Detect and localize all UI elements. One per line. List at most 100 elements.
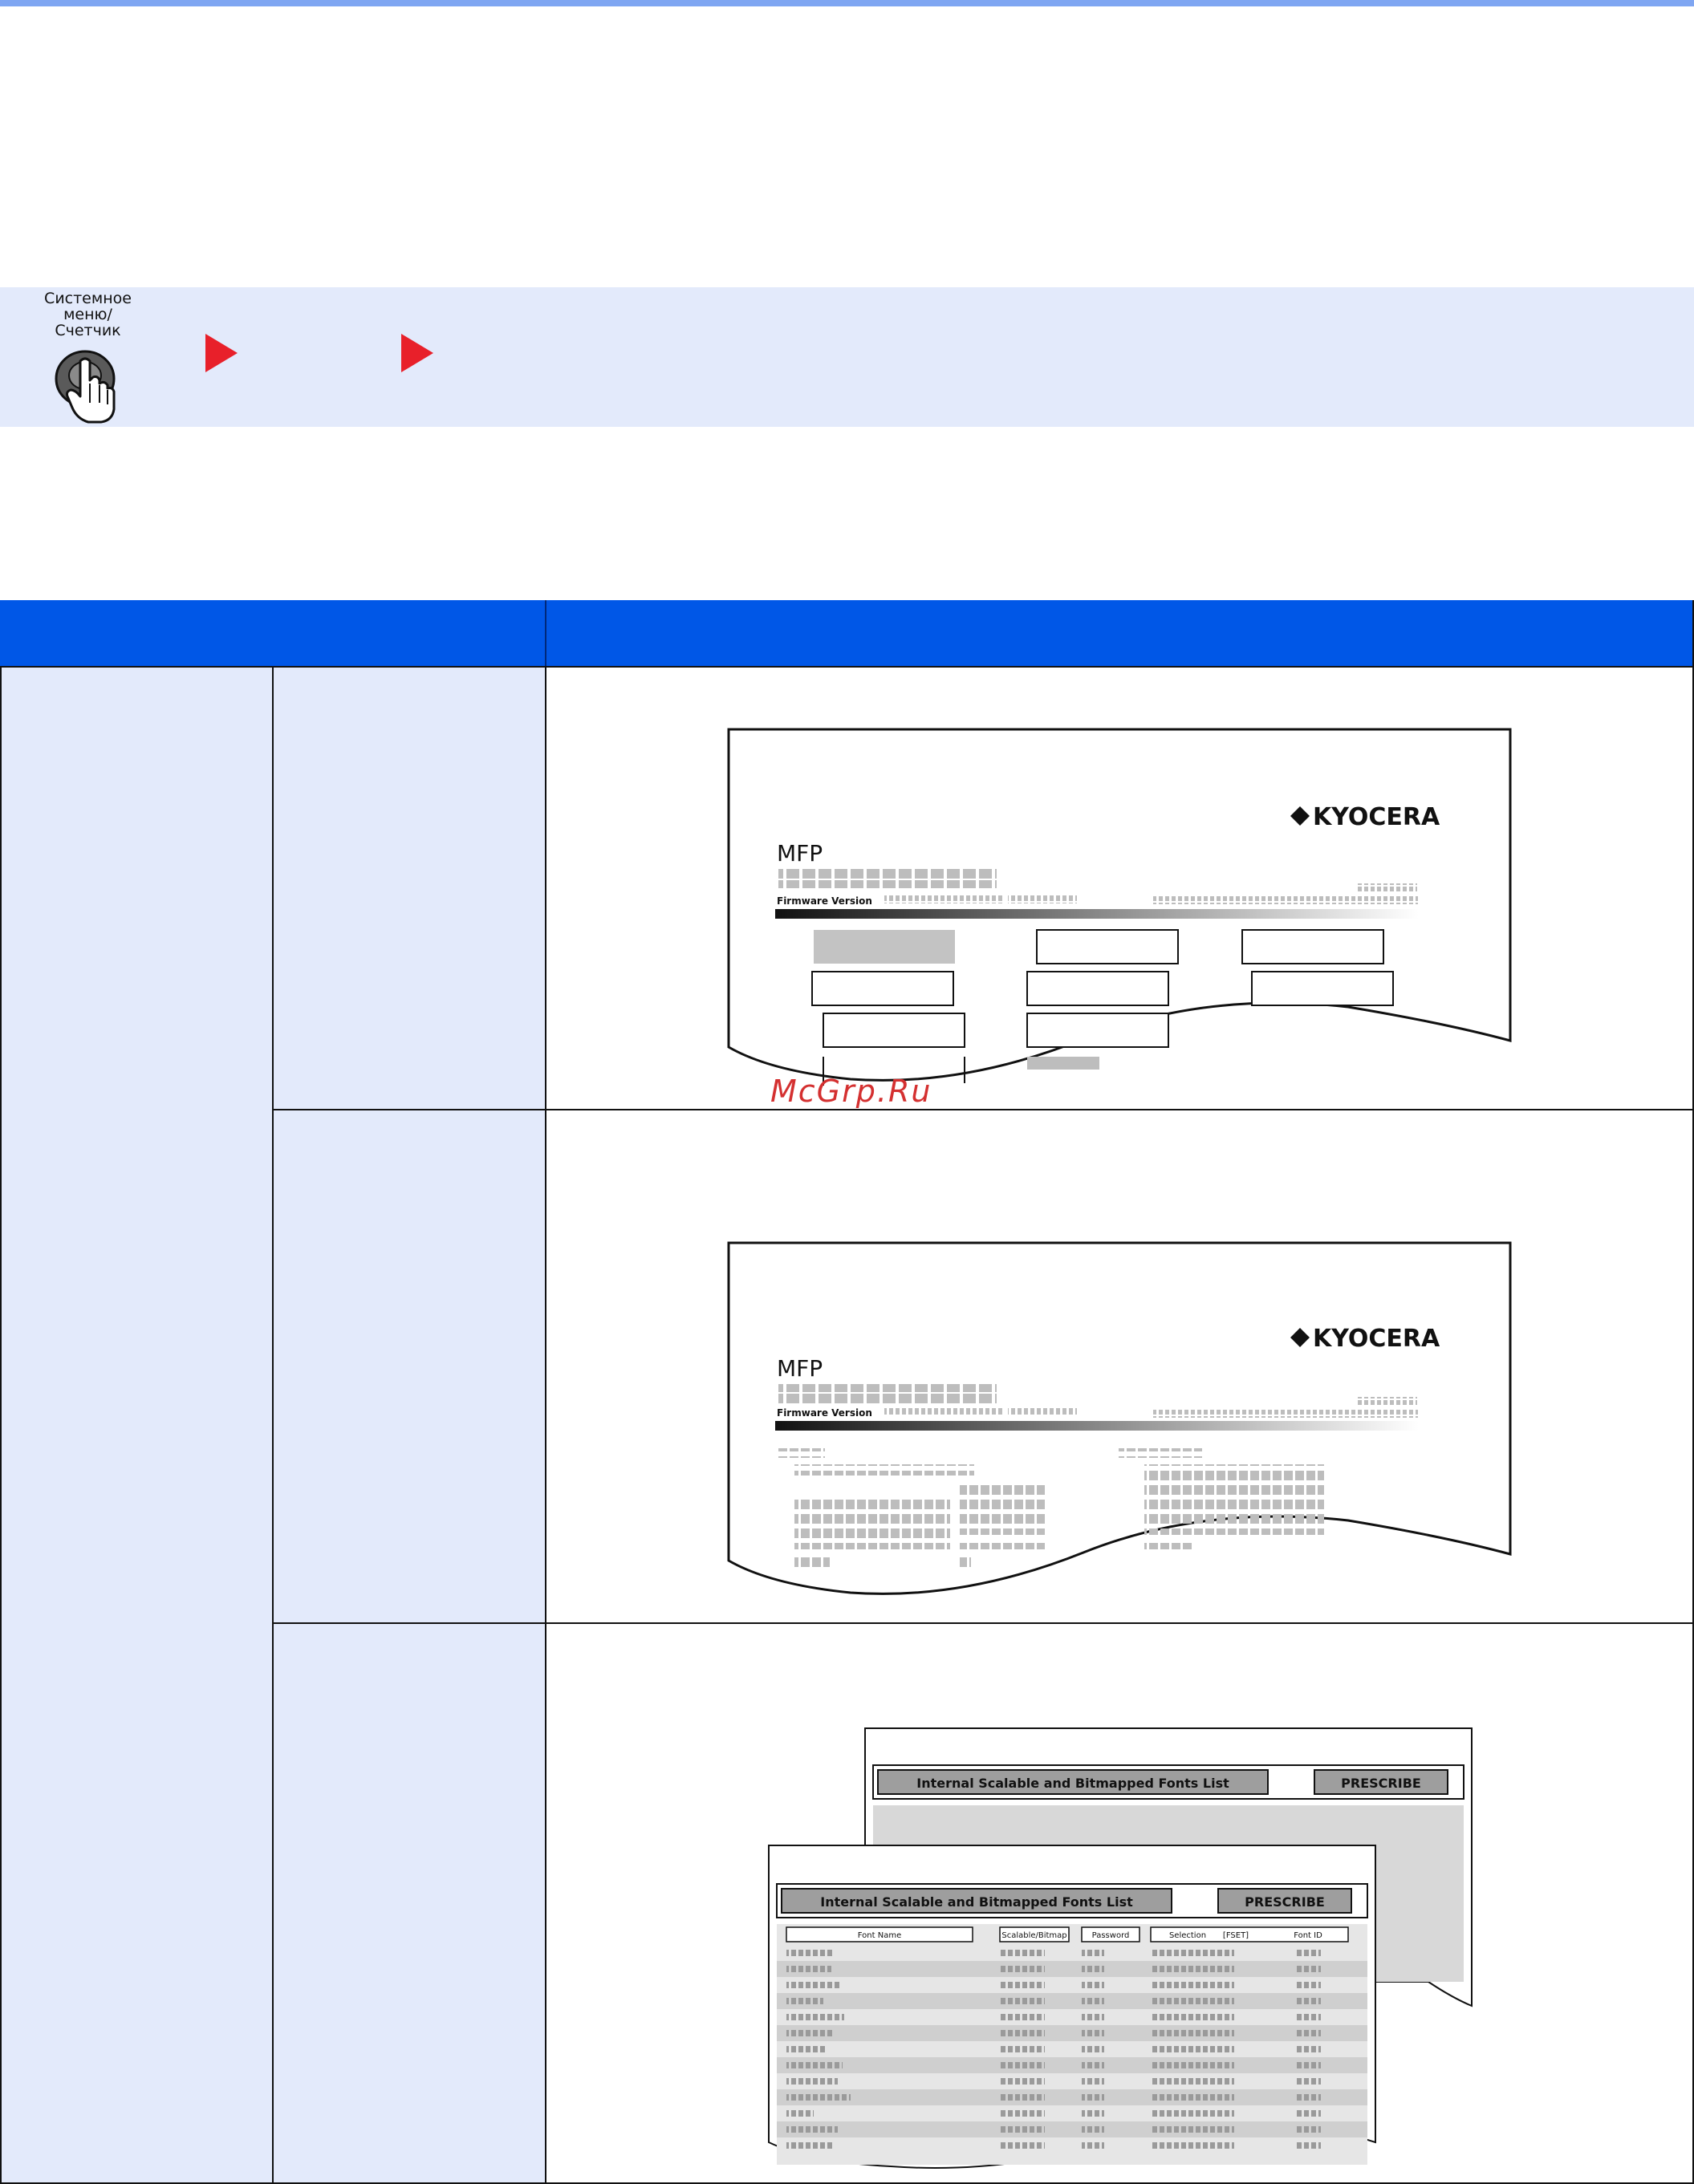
nav-arrow-icon	[401, 334, 433, 372]
font-row-cell	[1000, 1948, 1045, 1956]
font-row-cell	[1151, 1980, 1234, 1988]
font-row-cell	[1082, 2028, 1104, 2036]
kyocera-logo: KYOCERA	[1290, 803, 1440, 831]
font-row-cell	[786, 1996, 823, 2004]
service-page-illustration: KYOCERA MFP Firmware Version	[727, 1241, 1512, 1595]
font-row-cell	[1000, 1980, 1045, 1988]
font-row-cell	[1295, 1980, 1321, 1988]
font-row-cell	[786, 1964, 831, 1972]
top-rule	[0, 0, 1694, 6]
font-row-cell	[786, 1948, 833, 1956]
font-row-cell	[786, 2076, 838, 2085]
brand-text: KYOCERA	[1313, 803, 1440, 831]
item-cell-font-list	[274, 1624, 545, 2182]
font-row-cell	[1295, 1948, 1321, 1956]
font-row-band	[777, 2057, 1367, 2073]
font-row-cell	[1295, 2060, 1321, 2068]
font-row-cell	[1082, 2093, 1104, 2101]
font-row-cell	[786, 2028, 833, 2036]
font-row-cell	[1082, 2012, 1104, 2020]
font-row-cell	[1151, 2125, 1234, 2133]
font-row-cell	[1000, 1996, 1045, 2004]
font-row-cell	[1082, 2109, 1104, 2117]
font-row-cell	[1000, 2109, 1045, 2117]
font-row-cell	[1082, 2141, 1104, 2149]
font-row-cell	[786, 2093, 851, 2101]
font-row-cell	[1082, 1980, 1104, 1988]
item-cell-service-page	[274, 1110, 545, 1622]
font-row-cell	[1000, 2093, 1045, 2101]
font-row-cell	[1000, 2076, 1045, 2085]
font-list-illustration: Internal Scalable and Bitmapped Fonts Li…	[768, 1727, 1473, 2169]
font-row-cell	[1295, 2028, 1321, 2036]
font-row-cell	[1151, 1996, 1234, 2004]
font-row-cell	[1151, 2109, 1234, 2117]
font-row-cell	[1295, 2076, 1321, 2085]
font-row-cell	[1295, 2044, 1321, 2052]
font-row-cell	[1082, 1948, 1104, 1956]
brand-text: KYOCERA	[1313, 1325, 1440, 1353]
font-row-cell	[1000, 2060, 1045, 2068]
watermark: McGrp.Ru	[770, 1074, 932, 1109]
font-row-cell	[1151, 1964, 1234, 1972]
table-header	[0, 600, 1694, 666]
prescribe-badge: PRESCRIBE	[1245, 1894, 1325, 1910]
item-cell-status-page	[274, 666, 545, 1109]
font-row-cell	[1295, 2141, 1321, 2149]
font-list-title: Internal Scalable and Bitmapped Fonts Li…	[916, 1776, 1229, 1791]
font-row-band	[777, 1961, 1367, 1977]
system-menu-key-label: Системное меню/ Счетчик	[44, 290, 132, 339]
column-header: Scalable/Bitmap	[1001, 1931, 1066, 1940]
font-row-cell	[1151, 2012, 1234, 2020]
font-row-cell	[1082, 2076, 1104, 2085]
font-row-cell	[1000, 2141, 1045, 2149]
font-row-band	[777, 1993, 1367, 2009]
font-row-cell	[1000, 2044, 1045, 2052]
prescribe-badge: PRESCRIBE	[1341, 1776, 1421, 1791]
system-menu-key-icon[interactable]	[53, 343, 125, 424]
font-row-cell	[1151, 2028, 1234, 2036]
font-row-cell	[1295, 2093, 1321, 2101]
column-header: [FSET]	[1223, 1931, 1249, 1940]
font-row-cell	[786, 2060, 843, 2068]
firmware-label: Firmware Version	[777, 1407, 872, 1419]
font-row-cell	[786, 2012, 844, 2020]
font-row-cell	[1000, 2125, 1045, 2133]
nav-arrow-icon	[205, 334, 238, 372]
font-row-cell	[1295, 2012, 1321, 2020]
font-row-cell	[1000, 1964, 1045, 1972]
font-row-cell	[786, 2125, 838, 2133]
font-row-cell	[1151, 1948, 1234, 1956]
font-row-cell	[786, 2141, 835, 2149]
column-header: Font Name	[858, 1931, 901, 1940]
font-row-cell	[1295, 2109, 1321, 2117]
category-cell	[0, 666, 272, 2182]
font-row-cell	[1151, 2060, 1234, 2068]
font-list-title: Internal Scalable and Bitmapped Fonts Li…	[820, 1894, 1133, 1910]
font-row-cell	[1082, 2125, 1104, 2133]
font-row-cell	[786, 2044, 827, 2052]
column-header: Font ID	[1294, 1931, 1322, 1940]
font-row-cell	[1151, 2141, 1234, 2149]
model-text: MFP	[777, 1355, 823, 1382]
navigation-path: Системное меню/ Счетчик	[0, 287, 1694, 427]
font-row-cell	[1082, 2044, 1104, 2052]
font-row-cell	[1082, 1964, 1104, 1972]
font-row-band	[777, 2121, 1367, 2137]
font-row-cell	[1151, 2076, 1234, 2085]
kyocera-logo: KYOCERA	[1290, 1325, 1440, 1353]
column-header: Selection	[1169, 1931, 1206, 1940]
font-row-cell	[1082, 2060, 1104, 2068]
font-row-cell	[1082, 1996, 1104, 2004]
font-row-cell	[1000, 2012, 1045, 2020]
model-text: MFP	[777, 840, 823, 867]
font-row-band	[777, 2089, 1367, 2105]
font-row-band	[777, 2025, 1367, 2041]
column-header: Password	[1092, 1931, 1130, 1940]
font-row-cell	[1000, 2028, 1045, 2036]
font-row-cell	[1295, 2125, 1321, 2133]
font-row-cell	[1295, 1964, 1321, 1972]
font-row-cell	[1295, 1996, 1321, 2004]
font-row-cell	[786, 2109, 814, 2117]
font-row-cell	[786, 1980, 839, 1988]
